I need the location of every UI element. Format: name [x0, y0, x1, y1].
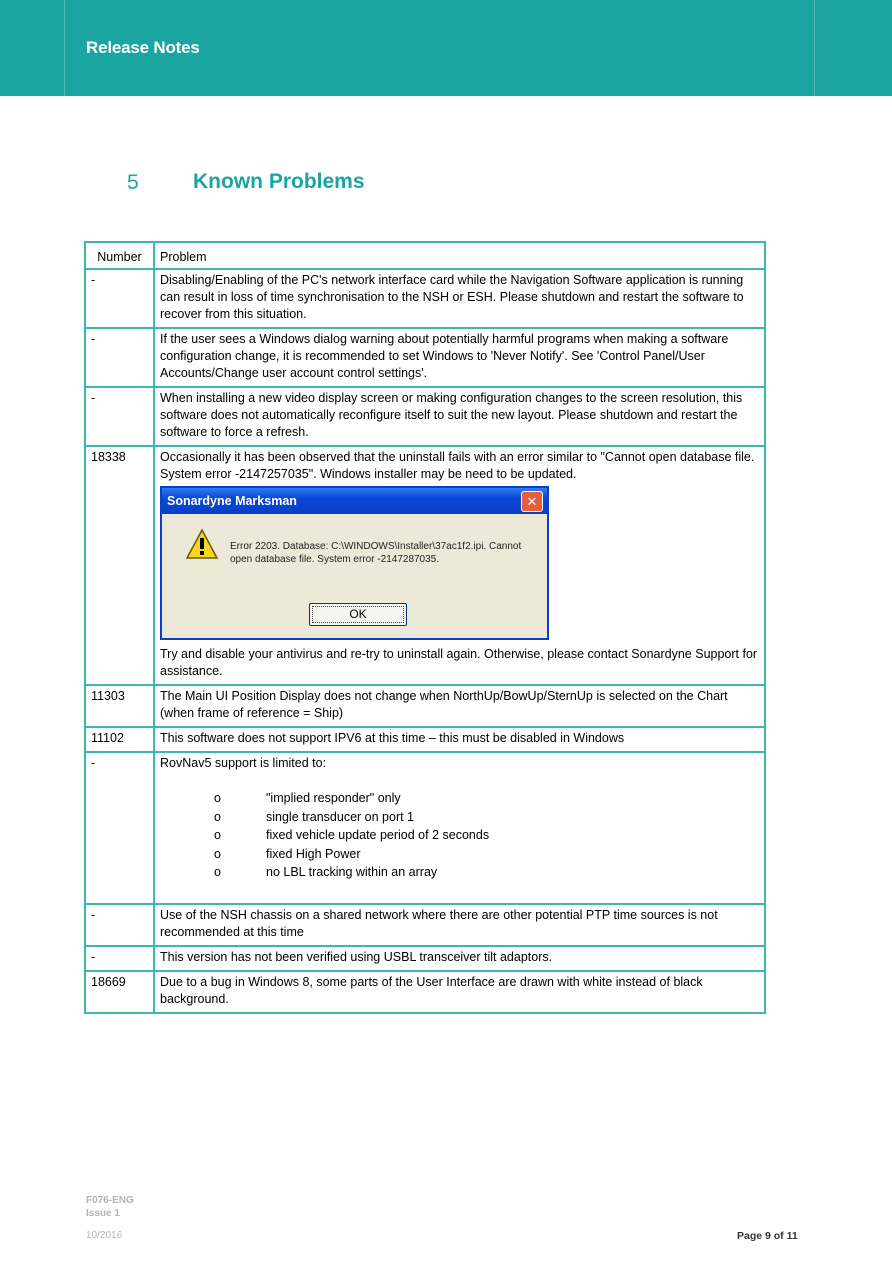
- known-problems-table: Number Problem - Disabling/Enabling of t…: [84, 241, 766, 1014]
- footer-document-code: F076-ENG Issue 1: [86, 1194, 134, 1220]
- row-problem: Disabling/Enabling of the PC's network i…: [153, 268, 766, 329]
- row-problem-followup: Try and disable your antivirus and re-tr…: [160, 647, 758, 678]
- header-divider: [814, 0, 815, 96]
- table-header-row: Number Problem: [84, 241, 766, 270]
- footer-issue: Issue 1: [86, 1208, 120, 1219]
- table-row: 11303 The Main UI Position Display does …: [84, 684, 766, 728]
- row-number: -: [84, 386, 155, 447]
- row-problem: Occasionally it has been observed that t…: [153, 445, 766, 686]
- list-item: o fixed vehicle update period of 2 second…: [160, 827, 760, 846]
- row-problem: This software does not support IPV6 at t…: [153, 726, 766, 753]
- ok-button[interactable]: OK: [309, 603, 407, 626]
- row-number: -: [84, 944, 155, 972]
- row-number: -: [84, 268, 155, 329]
- bullet-icon: o: [214, 828, 221, 842]
- bullet-icon: o: [214, 791, 221, 805]
- dialog-message: Error 2203. Database: C:\WINDOWS\Install…: [230, 541, 522, 565]
- page-number: Page 9 of 11: [737, 1230, 798, 1242]
- warning-icon: [185, 528, 219, 559]
- table-row: 18338 Occasionally it has been observed …: [84, 445, 766, 686]
- row-problem: RovNav5 support is limited to: o "implied…: [153, 751, 766, 905]
- list-item: o fixed High Power: [160, 846, 760, 865]
- table-row: - Disabling/Enabling of the PC's network…: [84, 268, 766, 329]
- list-item-text: fixed High Power: [266, 846, 361, 861]
- row-number: -: [84, 327, 155, 388]
- dialog-titlebar: Sonardyne Marksman ✕: [162, 488, 547, 514]
- table-row: - Use of the NSH chassis on a shared net…: [84, 902, 766, 947]
- list-item: o single transducer on port 1: [160, 809, 760, 828]
- row-number: -: [84, 751, 155, 905]
- table-row: 11102 This software does not support IPV…: [84, 726, 766, 753]
- row-problem: When installing a new video display scre…: [153, 386, 766, 447]
- list-item: o "implied responder" only: [160, 790, 760, 809]
- bullet-icon: o: [214, 865, 221, 879]
- row-problem: The Main UI Position Display does not ch…: [153, 684, 766, 728]
- row-number: 11303: [84, 684, 155, 728]
- row-problem: This version has not been verified using…: [153, 944, 766, 972]
- rovnav-limits-list: o "implied responder" only o single transd…: [160, 790, 760, 883]
- list-item-text: "implied responder" only: [266, 791, 401, 805]
- row-number: 11102: [84, 726, 155, 753]
- section-number: 5: [127, 171, 139, 194]
- bullet-icon: o: [214, 809, 221, 824]
- header-divider: [64, 0, 65, 96]
- table-row: 18669 Due to a bug in Windows 8, some pa…: [84, 969, 766, 1014]
- row-number: 18338: [84, 445, 155, 686]
- row-number: -: [84, 902, 155, 947]
- table-row: - This version has not been verified usi…: [84, 944, 766, 972]
- footer-date: 10/2016: [86, 1230, 123, 1241]
- dialog-title: Sonardyne Marksman: [167, 494, 297, 508]
- row-number: 18669: [84, 969, 155, 1014]
- row-problem-text: Occasionally it has been observed that t…: [160, 450, 755, 481]
- section-title: Known Problems: [193, 170, 365, 193]
- close-icon[interactable]: ✕: [521, 491, 543, 512]
- column-header-problem: Problem: [153, 241, 766, 270]
- row-problem-text: RovNav5 support is limited to:: [160, 756, 327, 770]
- list-item-text: fixed vehicle update period of 2 seconds: [266, 828, 490, 842]
- list-item: o no LBL tracking within an array: [160, 864, 760, 883]
- document-title: Release Notes: [86, 38, 200, 57]
- error-dialog-screenshot: Sonardyne Marksman ✕ Error 2203. Databas…: [160, 486, 549, 640]
- row-problem: Due to a bug in Windows 8, some parts of…: [153, 969, 766, 1014]
- list-item-text: single transducer on port 1: [266, 809, 415, 824]
- list-item-text: no LBL tracking within an array: [266, 865, 438, 879]
- row-problem: Use of the NSH chassis on a shared netwo…: [153, 902, 766, 947]
- footer-code: F076-ENG: [86, 1195, 134, 1206]
- table-row: - When installing a new video display sc…: [84, 386, 766, 447]
- column-header-number: Number: [84, 241, 155, 270]
- page-header: Release Notes: [0, 0, 892, 96]
- table-row: - RovNav5 support is limited to: o "impli…: [84, 751, 766, 905]
- table-row: - If the user sees a Windows dialog warn…: [84, 327, 766, 388]
- row-problem: If the user sees a Windows dialog warnin…: [153, 327, 766, 388]
- bullet-icon: o: [214, 846, 221, 861]
